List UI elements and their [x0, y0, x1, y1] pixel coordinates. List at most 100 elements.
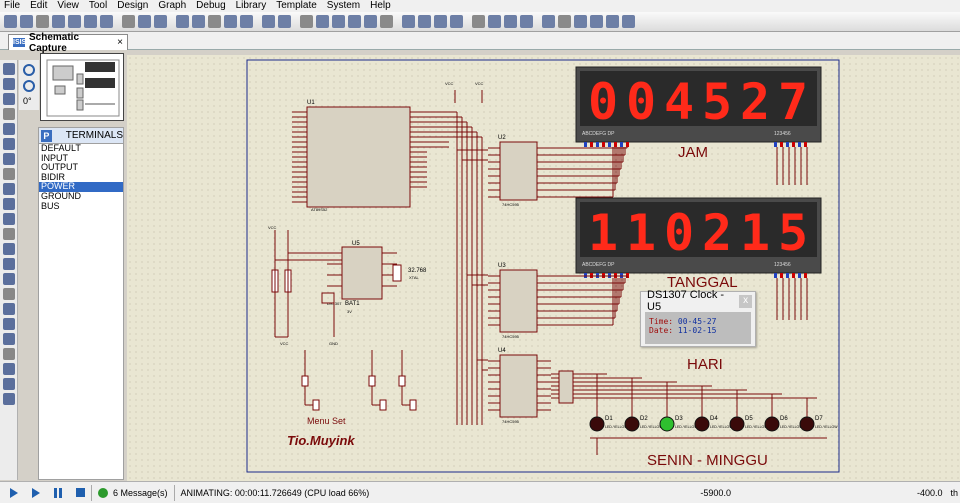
led-d4[interactable] [694, 416, 710, 432]
subcircuit-tool-icon[interactable] [3, 153, 15, 165]
copy-icon[interactable] [316, 15, 329, 28]
pick-icon[interactable] [418, 15, 431, 28]
menu-tool[interactable]: Tool [89, 0, 107, 12]
pushbutton-3[interactable] [398, 375, 406, 387]
block-move-icon[interactable] [364, 15, 377, 28]
terminal-item-bus[interactable]: BUS [39, 201, 123, 212]
pick-devices-button[interactable]: P [41, 129, 52, 142]
page-setup-icon[interactable] [100, 15, 113, 28]
remove-sheet-icon[interactable] [558, 15, 571, 28]
block-delete-icon[interactable] [402, 15, 415, 28]
block-rotate-icon[interactable] [380, 15, 393, 28]
pushbutton-2[interactable] [368, 375, 376, 387]
menu-help[interactable]: Help [370, 0, 391, 12]
text-tool-icon[interactable] [3, 363, 15, 375]
packaging-icon[interactable] [450, 15, 463, 28]
decompose-icon[interactable] [472, 15, 485, 28]
close-tab-button[interactable]: × [117, 37, 123, 48]
cut-icon[interactable] [300, 15, 313, 28]
virtual-instrument-tool-icon[interactable] [3, 273, 15, 285]
undo-icon[interactable] [262, 15, 275, 28]
rotate-anticlockwise-icon[interactable] [23, 80, 35, 92]
export-icon[interactable] [68, 15, 81, 28]
zoom-in-icon[interactable] [192, 15, 205, 28]
search-icon[interactable] [504, 15, 517, 28]
menu-design[interactable]: Design [117, 0, 148, 12]
menu-edit[interactable]: Edit [30, 0, 47, 12]
graph-tool-icon[interactable] [3, 198, 15, 210]
wire-autorouter-icon[interactable] [488, 15, 501, 28]
u4-shift-register[interactable] [499, 354, 538, 418]
box-tool-icon[interactable] [3, 303, 15, 315]
wire-label-tool-icon[interactable] [3, 108, 15, 120]
led-d3[interactable] [659, 416, 675, 432]
open-file-icon[interactable] [20, 15, 33, 28]
u3-shift-register[interactable] [499, 269, 538, 333]
electrical-rules-icon[interactable] [622, 15, 635, 28]
led-d5[interactable] [729, 416, 745, 432]
exit-to-parent-icon[interactable] [574, 15, 587, 28]
bom-icon[interactable] [590, 15, 603, 28]
overview-preview[interactable] [40, 53, 124, 121]
new-sheet-icon[interactable] [542, 15, 555, 28]
select-tool-icon[interactable] [3, 63, 15, 75]
circle-tool-icon[interactable] [3, 318, 15, 330]
rotate-clockwise-icon[interactable] [23, 64, 35, 76]
component-tool-icon[interactable] [3, 78, 15, 90]
menu-debug[interactable]: Debug [196, 0, 225, 12]
led-d7[interactable] [799, 416, 815, 432]
zoom-area-icon[interactable] [240, 15, 253, 28]
clock-window-close-button[interactable]: x [739, 294, 752, 308]
print-icon[interactable] [84, 15, 97, 28]
redo-icon[interactable] [278, 15, 291, 28]
menu-file[interactable]: File [4, 0, 20, 12]
tab-schematic-capture[interactable]: ISIS Schematic Capture × [8, 32, 128, 54]
pause-icon[interactable] [54, 487, 62, 498]
redraw-icon[interactable] [122, 15, 135, 28]
netlist-icon[interactable] [606, 15, 619, 28]
new-file-icon[interactable] [4, 15, 17, 28]
paste-icon[interactable] [332, 15, 345, 28]
led-d2[interactable] [624, 416, 640, 432]
menu-graph[interactable]: Graph [158, 0, 186, 12]
path-tool-icon[interactable] [3, 348, 15, 360]
device-pin-tool-icon[interactable] [3, 183, 15, 195]
menu-view[interactable]: View [57, 0, 79, 12]
messages-count[interactable]: 6 Message(s) [113, 488, 168, 498]
current-probe-tool-icon[interactable] [3, 258, 15, 270]
text-script-tool-icon[interactable] [3, 123, 15, 135]
crystal-xtal[interactable] [392, 264, 402, 282]
menu-template[interactable]: Template [276, 0, 317, 12]
menu-system[interactable]: System [327, 0, 360, 12]
tape-recorder-tool-icon[interactable] [3, 213, 15, 225]
zoom-out-icon[interactable] [208, 15, 221, 28]
u1-microcontroller[interactable] [306, 106, 411, 208]
rotation-value[interactable]: 0° [23, 96, 39, 106]
pan-icon[interactable] [176, 15, 189, 28]
generator-tool-icon[interactable] [3, 228, 15, 240]
property-assign-icon[interactable] [520, 15, 533, 28]
save-file-icon[interactable] [36, 15, 49, 28]
origin-icon[interactable] [154, 15, 167, 28]
grid-icon[interactable] [138, 15, 151, 28]
u5-rtc[interactable] [341, 246, 383, 300]
led-d1[interactable] [589, 416, 605, 432]
arc-tool-icon[interactable] [3, 333, 15, 345]
play-icon[interactable] [32, 487, 40, 498]
import-icon[interactable] [52, 15, 65, 28]
menu-library[interactable]: Library [236, 0, 267, 12]
schematic-canvas[interactable]: U1 AT89S52 U2 74HC595 U3 74HC595 U4 74HC595 VCC V… [127, 55, 960, 481]
step-icon[interactable] [10, 487, 18, 498]
ds1307-clock-window[interactable]: DS1307 Clock - U5 x Time: 00-45-27 Date:… [640, 289, 756, 347]
zoom-all-icon[interactable] [224, 15, 237, 28]
pushbutton-1[interactable] [301, 375, 309, 387]
led-d6[interactable] [764, 416, 780, 432]
u2-shift-register[interactable] [499, 141, 538, 201]
line-tool-icon[interactable] [3, 288, 15, 300]
stop-icon[interactable] [76, 488, 85, 497]
symbol-tool-icon[interactable] [3, 378, 15, 390]
bus-tool-icon[interactable] [3, 138, 15, 150]
make-device-icon[interactable] [434, 15, 447, 28]
marker-tool-icon[interactable] [3, 393, 15, 405]
terminal-tool-icon[interactable] [3, 168, 15, 180]
